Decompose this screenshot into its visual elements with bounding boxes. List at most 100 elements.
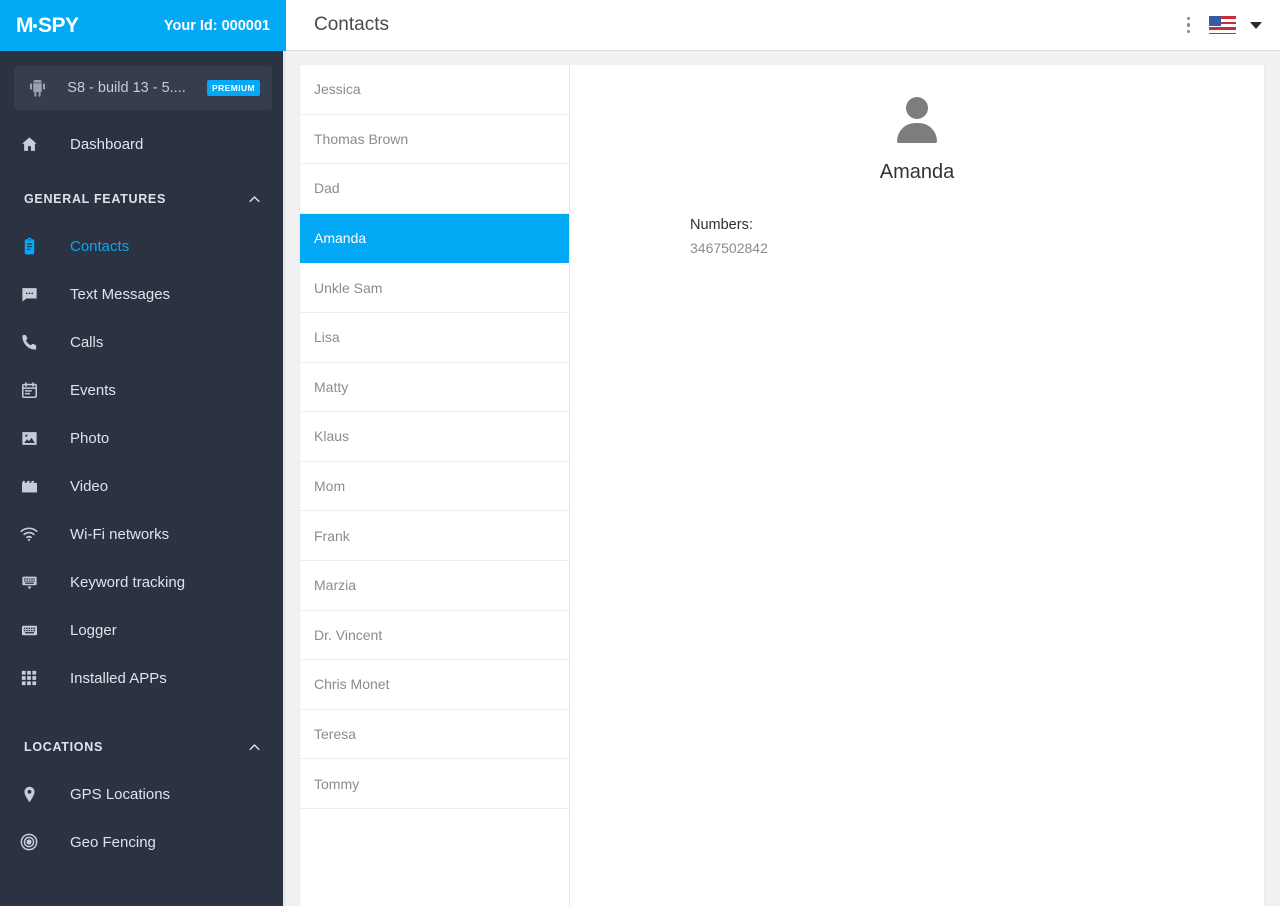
map-pin-icon: [14, 785, 44, 804]
image-icon: [14, 429, 44, 448]
contact-name: Amanda: [314, 230, 367, 247]
sidebar-item-text-messages[interactable]: Text Messages: [0, 270, 286, 318]
sidebar-item-keyword-tracking[interactable]: Keyword tracking: [0, 558, 286, 606]
sidebar-item-label: Logger: [70, 621, 117, 639]
sidebar-section-social-networks[interactable]: SOCIAL NETWORKS: [0, 888, 286, 906]
list-item[interactable]: Unkle Sam: [300, 263, 569, 313]
contacts-list[interactable]: Jessica Thomas Brown Dad Amanda Unkle Sa…: [300, 65, 570, 906]
contact-name: Frank: [314, 527, 350, 544]
sidebar-item-calls[interactable]: Calls: [0, 318, 286, 366]
content-area: Jessica Thomas Brown Dad Amanda Unkle Sa…: [286, 51, 1280, 906]
sidebar-item-events[interactable]: Events: [0, 366, 286, 414]
list-item[interactable]: Matty: [300, 363, 569, 413]
sidebar-item-label: GPS Locations: [70, 785, 171, 803]
top-bar-actions: [1182, 13, 1262, 38]
device-name: S8 - build 13 - 5....: [67, 80, 186, 96]
sidebar-item-label: Contacts: [70, 237, 130, 255]
sidebar-section-locations[interactable]: LOCATIONS: [0, 724, 286, 770]
target-icon: [14, 832, 44, 852]
logo-dot: [33, 23, 37, 28]
contact-name: Matty: [314, 378, 349, 395]
list-item[interactable]: Teresa: [300, 710, 569, 760]
contact-name: Dad: [314, 180, 340, 197]
list-item[interactable]: Thomas Brown: [300, 115, 569, 165]
more-vertical-icon[interactable]: [1182, 13, 1196, 38]
phone-number[interactable]: 3467502842: [690, 240, 1264, 256]
sidebar-item-dashboard[interactable]: Dashboard: [0, 120, 286, 168]
sidebar-nav: Dashboard GENERAL FEATURES Contacts Text…: [0, 110, 286, 906]
app-root: M SPY Your Id: 000001 S8 - build 13 - 5..…: [0, 0, 1280, 906]
logo-text: SPY: [38, 13, 79, 37]
list-item[interactable]: Chris Monet: [300, 660, 569, 710]
contact-name: Tommy: [314, 775, 360, 792]
sidebar: M SPY Your Id: 000001 S8 - build 13 - 5..…: [0, 0, 286, 906]
contact-name: Mom: [314, 478, 346, 495]
sidebar-item-photo[interactable]: Photo: [0, 414, 286, 462]
device-selector[interactable]: S8 - build 13 - 5.... PREMIUM: [14, 66, 272, 110]
brand-bar: M SPY Your Id: 000001: [0, 0, 286, 51]
sidebar-item-label: Dashboard: [70, 135, 144, 153]
chevron-down-icon[interactable]: [1250, 21, 1262, 29]
list-item[interactable]: Dr. Vincent: [300, 611, 569, 661]
list-item[interactable]: Frank: [300, 511, 569, 561]
numbers-block: Numbers: 3467502842: [690, 217, 1264, 256]
sidebar-section-label: GENERAL FEATURES: [24, 192, 166, 206]
contact-name: Klaus: [314, 428, 350, 445]
calendar-icon: [14, 381, 44, 400]
premium-badge: PREMIUM: [207, 80, 260, 96]
sidebar-section-general-features[interactable]: GENERAL FEATURES: [0, 176, 286, 222]
contact-name: Teresa: [314, 726, 357, 743]
sidebar-item-label: Events: [70, 381, 116, 399]
sidebar-item-label: Calls: [70, 333, 104, 351]
sidebar-section-label: LOCATIONS: [24, 740, 103, 754]
sidebar-scrollbar[interactable]: [283, 51, 286, 906]
contact-name: Thomas Brown: [314, 130, 409, 147]
sidebar-item-label: Wi-Fi networks: [70, 525, 170, 543]
contact-detail-panel: Amanda Numbers: 3467502842: [570, 65, 1264, 906]
sidebar-item-contacts[interactable]: Contacts: [0, 222, 286, 270]
sidebar-item-label: Geo Fencing: [70, 833, 156, 851]
clipboard-icon: [14, 237, 44, 256]
film-icon: [14, 477, 44, 496]
chevron-up-icon[interactable]: [247, 192, 262, 207]
sidebar-item-wifi-networks[interactable]: Wi-Fi networks: [0, 510, 286, 558]
avatar-wrapper: [570, 95, 1264, 147]
contacts-card: Jessica Thomas Brown Dad Amanda Unkle Sa…: [300, 65, 1264, 906]
contact-name: Marzia: [314, 577, 357, 594]
list-item[interactable]: Klaus: [300, 412, 569, 462]
sidebar-item-installed-apps[interactable]: Installed APPs: [0, 654, 286, 702]
phone-icon: [14, 333, 44, 352]
contact-name: Chris Monet: [314, 676, 390, 693]
list-item-selected[interactable]: Amanda: [300, 213, 569, 264]
chevron-up-icon[interactable]: [247, 740, 262, 755]
sidebar-item-geo-fencing[interactable]: Geo Fencing: [0, 818, 286, 866]
sidebar-item-video[interactable]: Video: [0, 462, 286, 510]
sidebar-item-label: Installed APPs: [70, 669, 167, 687]
numbers-label: Numbers:: [690, 217, 753, 233]
your-id-label: Your Id: 000001: [163, 17, 270, 34]
contact-name: Jessica: [314, 81, 361, 98]
sidebar-item-label: Photo: [70, 429, 110, 447]
list-item[interactable]: Tommy: [300, 759, 569, 809]
list-item[interactable]: Jessica: [300, 65, 569, 115]
list-item[interactable]: Marzia: [300, 561, 569, 611]
sidebar-item-gps-locations[interactable]: GPS Locations: [0, 770, 286, 818]
sidebar-item-label: Keyword tracking: [70, 573, 186, 591]
sidebar-item-label: Text Messages: [70, 285, 171, 303]
page-title: Contacts: [314, 14, 389, 35]
contact-name: Dr. Vincent: [314, 626, 383, 643]
sidebar-item-logger[interactable]: Logger: [0, 606, 286, 654]
list-item[interactable]: Lisa: [300, 313, 569, 363]
contact-name: Lisa: [314, 329, 340, 346]
mspy-logo[interactable]: M SPY: [16, 14, 79, 38]
list-item[interactable]: Dad: [300, 164, 569, 214]
grid-icon: [14, 669, 44, 687]
android-icon: [24, 79, 50, 97]
top-bar: Contacts: [286, 0, 1280, 51]
keyboard-down-icon: [14, 573, 44, 592]
us-flag-icon[interactable]: [1209, 16, 1236, 34]
home-icon: [14, 135, 44, 154]
contact-name: Unkle Sam: [314, 279, 383, 296]
contact-detail-name: Amanda: [879, 161, 955, 183]
list-item[interactable]: Mom: [300, 462, 569, 512]
